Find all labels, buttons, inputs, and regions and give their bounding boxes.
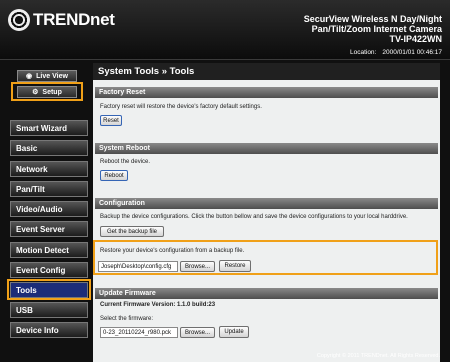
sidebar-item-usb[interactable]: USB [10, 302, 88, 318]
trendnet-logo: TRENDnet [8, 9, 115, 31]
configuration-description: Backup the device configurations. Click … [100, 214, 408, 220]
update-button[interactable]: Update [219, 326, 249, 338]
sidebar-item-video-audio[interactable]: Video/Audio [10, 201, 88, 217]
location-label: Location: [349, 49, 377, 56]
tools-highlight [7, 279, 91, 300]
select-firmware-label: Select the firmware: [100, 316, 154, 322]
sidebar-item-pan-tilt[interactable]: Pan/Tilt [10, 181, 88, 197]
eye-icon: ◉ [26, 73, 33, 80]
location-datetime: 2000/01/01 00:46:17 [382, 49, 442, 56]
update-firmware-heading: Update Firmware [95, 288, 438, 299]
product-model: TV-IP422WN [389, 34, 442, 44]
top-header: TRENDnet SecurView Wireless N Day/Night … [0, 0, 450, 60]
sidebar-item-smart-wizard[interactable]: Smart Wizard [10, 120, 88, 136]
sidebar-item-network[interactable]: Network [10, 161, 88, 177]
factory-reset-description: Factory reset will restore the device's … [100, 104, 262, 110]
setup-highlight [11, 82, 83, 101]
system-reboot-heading: System Reboot [95, 143, 438, 154]
sidebar-item-basic[interactable]: Basic [10, 140, 88, 156]
sidebar-item-event-config[interactable]: Event Config [10, 262, 88, 278]
product-line-2: Pan/Tilt/Zoom Internet Camera [311, 24, 442, 34]
factory-reset-heading: Factory Reset [95, 87, 438, 98]
trendnet-logo-icon [8, 9, 30, 31]
live-view-button[interactable]: ◉ Live View [17, 70, 77, 82]
sidebar-item-device-info[interactable]: Device Info [10, 322, 88, 338]
system-reboot-description: Reboot the device. [100, 159, 151, 165]
reboot-button[interactable]: Reboot [100, 170, 128, 181]
location-bar: Location: 2000/01/01 00:46:17 [350, 49, 442, 56]
current-firmware-version: Current Firmware Version: 1.1.0 build:23 [100, 302, 216, 308]
sidebar-item-motion-detect[interactable]: Motion Detect [10, 242, 88, 258]
reset-button[interactable]: Reset [100, 115, 122, 126]
configuration-heading: Configuration [95, 198, 438, 209]
get-backup-file-button[interactable]: Get the backup file [100, 226, 164, 237]
sidebar-item-event-server[interactable]: Event Server [10, 221, 88, 237]
brand-name: TRENDnet [33, 10, 115, 29]
firmware-browse-button[interactable]: Browse... [180, 327, 215, 338]
page-title: System Tools » Tools [93, 63, 440, 80]
firmware-file-input[interactable]: 0-23_20110224_r980.pck [100, 327, 178, 338]
restore-highlight [93, 240, 438, 275]
product-line-1: SecurView Wireless N Day/Night [303, 14, 442, 24]
footer-copyright: Copyright © 2011 TRENDnet. All Rights Re… [316, 353, 440, 359]
live-view-label: Live View [36, 72, 68, 80]
main-content: System Tools » Tools Factory Reset Facto… [93, 63, 440, 362]
product-info: SecurView Wireless N Day/Night Pan/Tilt/… [304, 14, 442, 44]
